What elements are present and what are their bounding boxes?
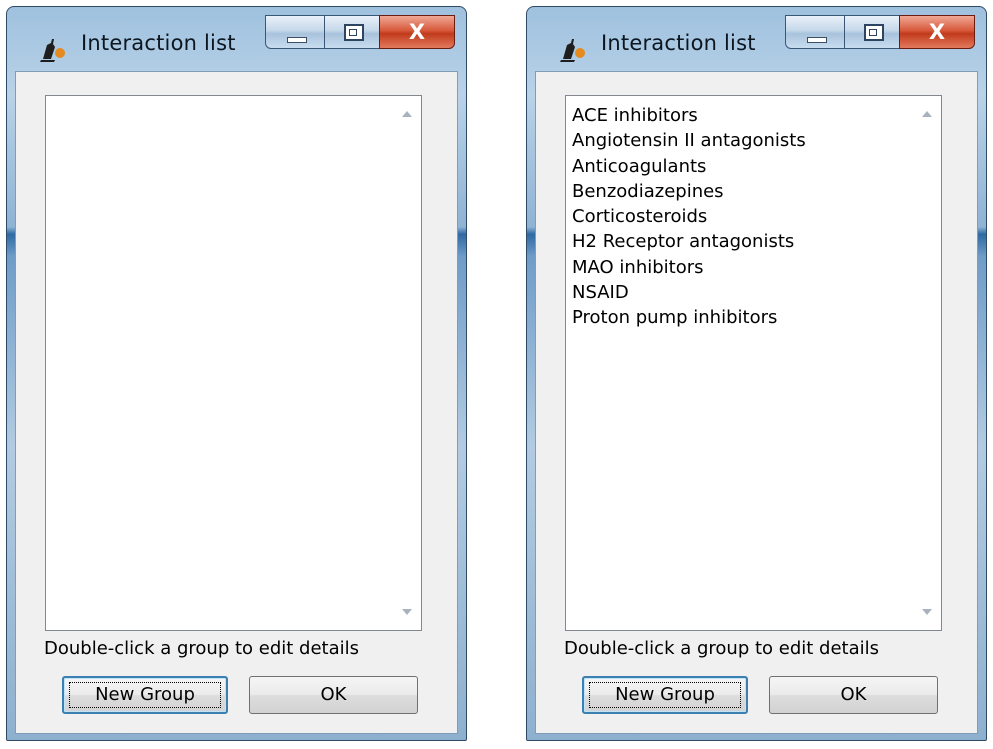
- list-item[interactable]: H2 Receptor antagonists: [572, 229, 911, 254]
- close-icon: X: [928, 20, 946, 44]
- list-item[interactable]: Benzodiazepines: [572, 179, 911, 204]
- list-item[interactable]: Proton pump inhibitors: [572, 305, 911, 330]
- new-group-button[interactable]: New Group: [62, 676, 228, 714]
- scroll-down-arrow-icon[interactable]: [402, 609, 412, 615]
- app-icon: [560, 39, 585, 62]
- app-icon: [40, 39, 65, 62]
- scroll-up-arrow-icon[interactable]: [922, 111, 932, 117]
- minimize-button[interactable]: [265, 15, 325, 49]
- close-button[interactable]: X: [379, 15, 455, 49]
- vertical-scrollbar[interactable]: [914, 97, 940, 629]
- group-listbox[interactable]: ACE inhibitors Angiotensin II antagonists…: [565, 95, 942, 631]
- close-icon: X: [408, 20, 426, 44]
- minimize-icon: [287, 37, 307, 43]
- close-button[interactable]: X: [899, 15, 975, 49]
- group-listbox[interactable]: [45, 95, 422, 631]
- scroll-down-arrow-icon[interactable]: [922, 609, 932, 615]
- scroll-up-arrow-icon[interactable]: [402, 111, 412, 117]
- window-title: Interaction list: [81, 31, 236, 55]
- ok-label: OK: [320, 684, 347, 705]
- maximize-icon: [864, 24, 884, 41]
- dialog-body: Double-click a group to edit details New…: [15, 71, 458, 734]
- list-item[interactable]: NSAID: [572, 280, 911, 305]
- group-list: ACE inhibitors Angiotensin II antagonists…: [572, 103, 911, 331]
- list-item[interactable]: Anticoagulants: [572, 154, 911, 179]
- title-bar[interactable]: Interaction list X: [527, 7, 986, 75]
- ok-button[interactable]: OK: [249, 676, 418, 714]
- interaction-list-window-empty: Interaction list X Double-click a group …: [6, 6, 467, 741]
- maximize-button[interactable]: [844, 15, 900, 49]
- new-group-label: New Group: [615, 684, 715, 705]
- hint-text: Double-click a group to edit details: [44, 638, 360, 659]
- list-item[interactable]: MAO inhibitors: [572, 255, 911, 280]
- window-title: Interaction list: [601, 31, 756, 55]
- interaction-list-window-populated: Interaction list X ACE inhibitors Angiote…: [526, 6, 987, 741]
- maximize-button[interactable]: [324, 15, 380, 49]
- caption-buttons: X: [785, 15, 975, 51]
- ok-button[interactable]: OK: [769, 676, 938, 714]
- caption-buttons: X: [265, 15, 455, 51]
- maximize-icon: [344, 24, 364, 41]
- hint-text: Double-click a group to edit details: [564, 638, 880, 659]
- new-group-label: New Group: [95, 684, 195, 705]
- list-item[interactable]: ACE inhibitors: [572, 103, 911, 128]
- ok-label: OK: [840, 684, 867, 705]
- minimize-icon: [807, 37, 827, 43]
- dialog-body: ACE inhibitors Angiotensin II antagonists…: [535, 71, 978, 734]
- list-item[interactable]: Corticosteroids: [572, 204, 911, 229]
- vertical-scrollbar[interactable]: [394, 97, 420, 629]
- title-bar[interactable]: Interaction list X: [7, 7, 466, 75]
- new-group-button[interactable]: New Group: [582, 676, 748, 714]
- list-item[interactable]: Angiotensin II antagonists: [572, 128, 911, 153]
- minimize-button[interactable]: [785, 15, 845, 49]
